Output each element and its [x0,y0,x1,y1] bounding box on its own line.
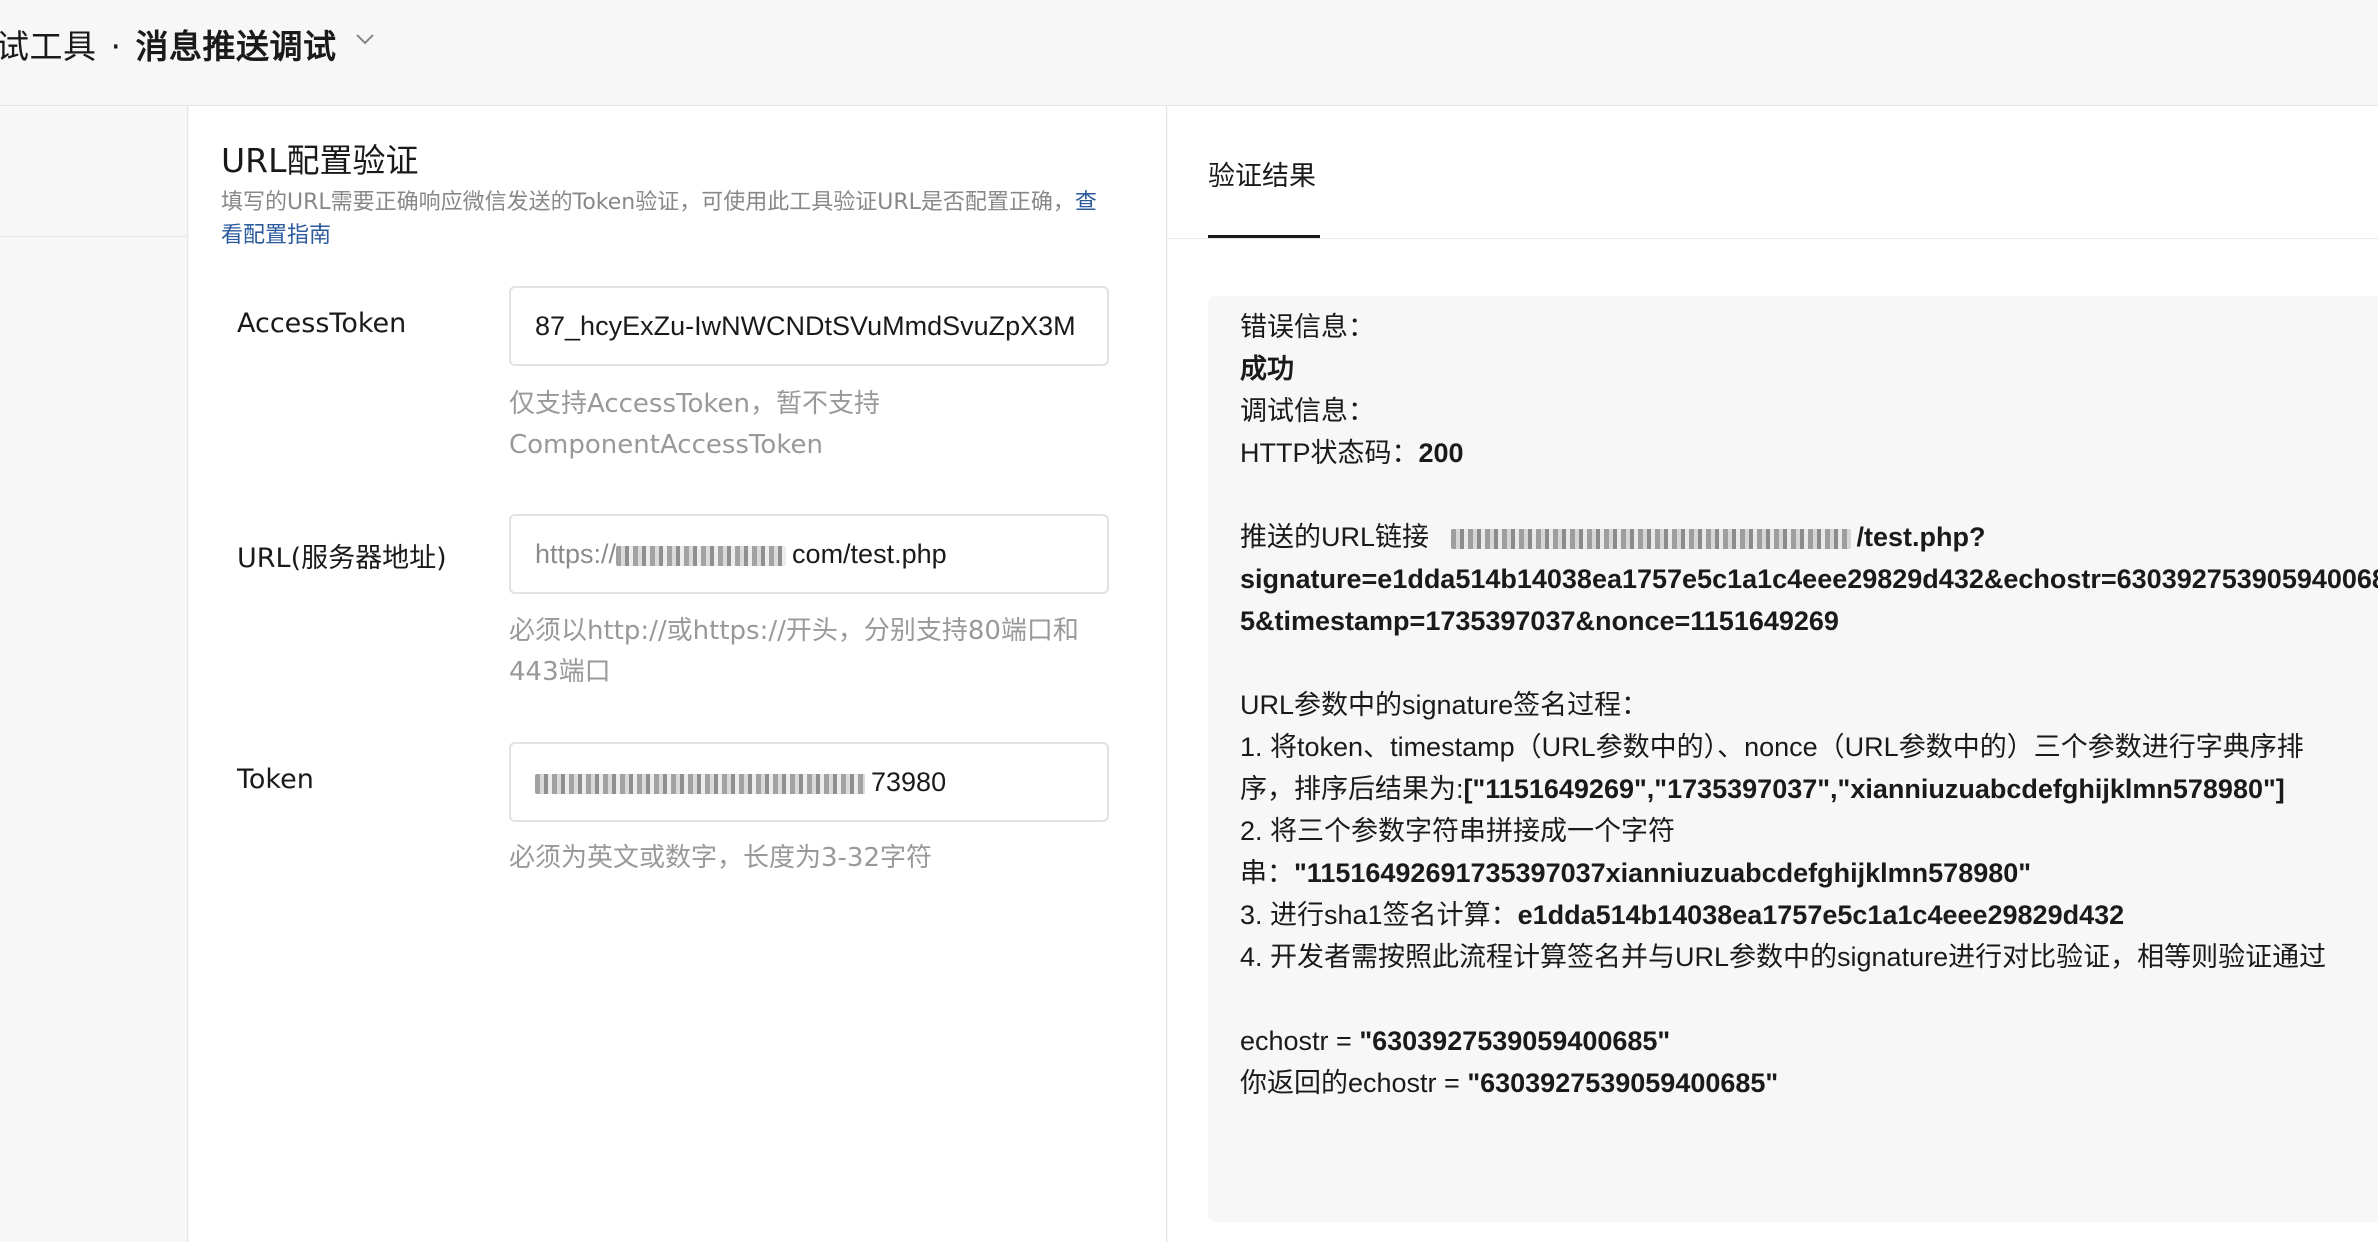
step4-line: 4. 开发者需按照此流程计算签名并与URL参数中的signature进行对比验证… [1240,942,2327,972]
returned-echostr-line: 你返回的echostr = "6303927539059400685" [1240,1062,2378,1104]
returned-value: "6303927539059400685" [1467,1068,1779,1098]
step2-value: "11516492691735397037xianniuzuabcdefghij… [1294,858,2032,888]
url-input[interactable]: https:// com/test.php [509,514,1109,594]
pushed-url: 推送的URL链接 /test.php? [1240,516,2378,558]
token-label: Token [237,764,314,795]
panel-title: URL配置验证 [221,141,419,180]
tab-divider [1168,238,2378,239]
http-status: HTTP状态码：200 [1240,432,2378,474]
access-token-input[interactable]: 87_hcyExZu-IwNWCNDtSVuMmdSvuZpX3M [509,286,1109,366]
echostr-value: "6303927539059400685" [1359,1026,1671,1056]
result-box: 错误信息： 成功 调试信息： HTTP状态码：200 推送的URL链接 /tes… [1208,296,2378,1222]
signature-title: URL参数中的signature签名过程： [1240,690,1649,720]
http-value: 200 [1418,438,1464,468]
page-title[interactable]: 试工具 · 消息推送调试 [0,20,337,68]
token-input[interactable]: 73980 [509,742,1109,822]
debug-label: 调试信息： [1240,396,1375,426]
top-bar: 试工具 · 消息推送调试 [0,0,2378,106]
echostr-line: echostr = "6303927539059400685" [1240,1020,2378,1062]
pushed-url-path: /test.php? [1856,522,1986,552]
panel-description: 填写的URL需要正确响应微信发送的Token验证，可使用此工具验证URL是否配置… [221,186,1111,252]
redacted-url-host [616,545,787,566]
step3-value: e1dda514b14038ea1757e5c1a1c4eee29829d432 [1517,900,2125,930]
result-panel: 验证结果 错误信息： 成功 调试信息： HTTP状态码：200 推送的URL链接… [1168,106,2378,1242]
sidebar [0,106,188,1242]
step1-value: ["1151649269","1735397037","xianniuzuabc… [1463,774,2285,804]
redacted-pushed-host [1450,528,1851,549]
token-help: 必须为英文或数字，长度为3-32字符 [509,843,933,873]
returned-prefix: 你返回的echostr = [1240,1068,1468,1098]
url-value-suffix: com/test.php [792,539,947,569]
step3-prefix: 3. 进行sha1签名计算： [1240,900,1518,930]
step1-line1: 1. 将token、timestamp（URL参数中的）、nonce（URL参数… [1240,732,2304,762]
echostr-prefix: echostr = [1240,1026,1360,1056]
url-config-panel: URL配置验证 填写的URL需要正确响应微信发送的Token验证，可使用此工具验… [189,106,1167,1242]
access-token-label: AccessToken [237,308,407,339]
step2-prefix: 串： [1240,858,1294,888]
step2-line1: 2. 将三个参数字符串拼接成一个字符 [1240,816,1676,846]
title-prefix: 试工具 [0,27,97,66]
sidebar-divider [0,236,188,237]
token-value-suffix: 73980 [871,767,947,797]
result-content: 错误信息： 成功 调试信息： HTTP状态码：200 推送的URL链接 /tes… [1240,306,2378,1104]
url-help: 必须以http://或https://开头，分别支持80端口和443端口 [509,616,1079,687]
step2-line2: 串："11516492691735397037xianniuzuabcdefgh… [1240,852,2378,894]
url-value-prefix: https:// [535,539,617,569]
error-value: 成功 [1240,354,1294,384]
chevron-down-icon[interactable] [354,28,376,50]
redacted-token [535,773,865,794]
desc-text: 填写的URL需要正确响应微信发送的Token验证，可使用此工具验证URL是否配置… [221,190,1075,215]
access-token-help: 仅支持AccessToken，暂不支持ComponentAccessToken [509,389,880,460]
http-label: HTTP状态码： [1240,438,1419,468]
step1-line2: 序，排序后结果为:["1151649269","1735397037","xia… [1240,768,2378,810]
pushed-url-query: signature=e1dda514b14038ea1757e5c1a1c4ee… [1240,564,2378,636]
step3-line: 3. 进行sha1签名计算：e1dda514b14038ea1757e5c1a1… [1240,894,2378,936]
step1-prefix: 序，排序后结果为: [1240,774,1464,804]
tab-result[interactable]: 验证结果 [1208,154,1316,193]
title-sub: 消息推送调试 [135,27,337,66]
title-separator: · [110,27,122,66]
pushed-url-label: 推送的URL链接 [1240,522,1430,552]
url-label: URL(服务器地址) [237,543,447,574]
error-label: 错误信息： [1240,312,1375,342]
